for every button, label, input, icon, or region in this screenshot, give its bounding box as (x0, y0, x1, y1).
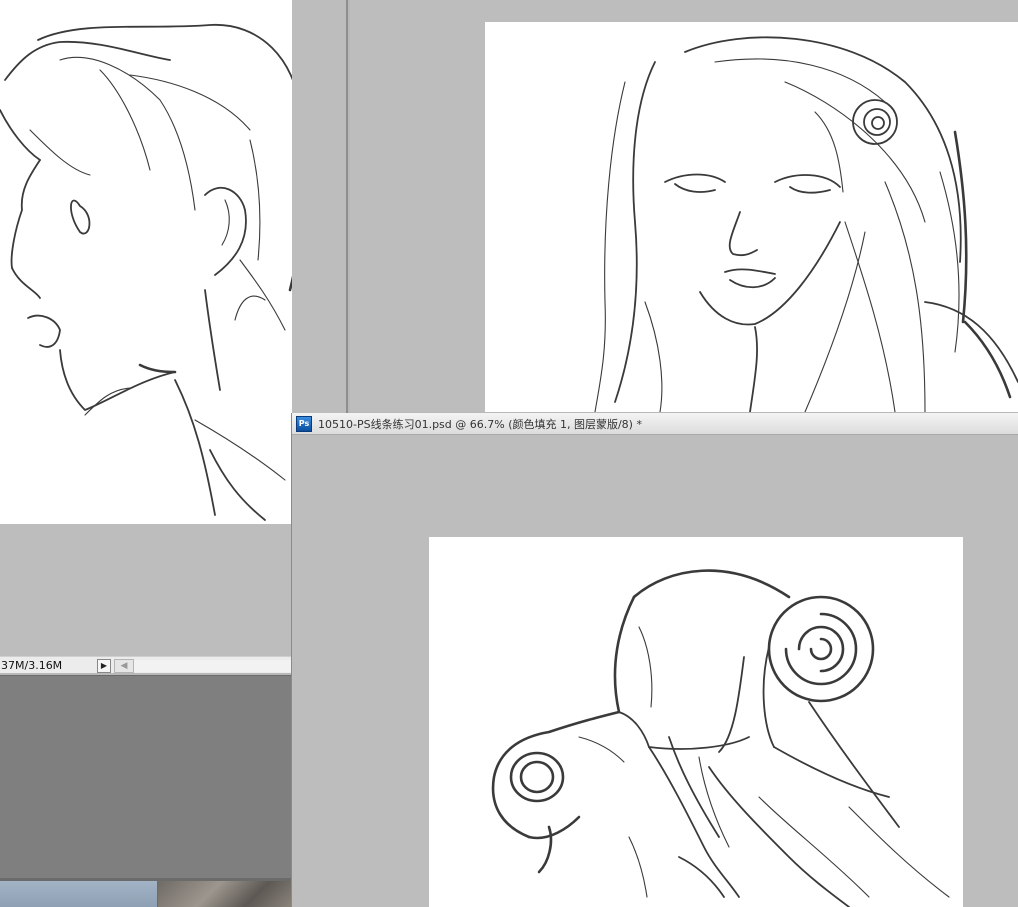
thumbnail-stone-texture[interactable] (158, 881, 292, 907)
document-window-chameleon[interactable]: Ps 10510-PS线条练习01.psd @ 66.7% (颜色填充 1, 图… (291, 413, 1018, 907)
canvas-boy-sketch[interactable] (0, 0, 292, 524)
canvas-chameleon-sketch[interactable] (429, 537, 963, 907)
boy-profile-drawing (0, 24, 292, 521)
canvas-girl-sketch[interactable] (485, 22, 1018, 412)
window-divider (346, 0, 348, 420)
triangle-right-icon[interactable]: ▶ (97, 658, 111, 673)
horizontal-scrollbar[interactable] (134, 659, 292, 672)
document-title: 10510-PS线条练习01.psd @ 66.7% (颜色填充 1, 图层蒙版… (318, 417, 642, 431)
thumbnail-strip (0, 878, 292, 907)
document-window-girl-sketch[interactable] (350, 0, 1018, 412)
chameleon-drawing (491, 569, 950, 907)
panel-area (0, 675, 292, 879)
photoshop-icon: Ps (296, 415, 312, 432)
chevron-left-icon[interactable]: ◀ (114, 658, 134, 673)
thumbnail-blue-image[interactable] (0, 881, 157, 907)
status-bar: 37M/3.16M ▶ ◀ (0, 656, 292, 673)
document-title-bar[interactable]: Ps 10510-PS线条练习01.psd @ 66.7% (颜色填充 1, 图… (292, 413, 1018, 435)
document-size-readout: 37M/3.16M (1, 659, 63, 672)
girl-portrait-drawing (594, 36, 1018, 412)
